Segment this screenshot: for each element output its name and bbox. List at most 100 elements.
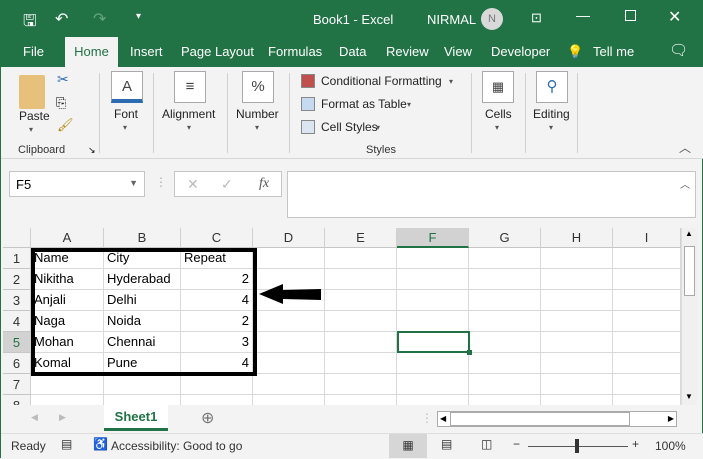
customize-toolbar-icon[interactable]: ▾ [136,11,141,22]
cell[interactable]: 2 [181,269,253,290]
cell[interactable] [31,395,104,405]
cell[interactable]: Nikitha [31,269,104,290]
column-header[interactable]: F [397,228,469,248]
tab-insert[interactable]: Insert [130,44,163,59]
alignment-icon[interactable]: ≡ [174,71,206,103]
cell[interactable] [541,290,613,311]
row-header[interactable]: 5 [3,332,31,353]
cell[interactable] [541,269,613,290]
cell[interactable] [104,395,181,405]
cell[interactable] [613,353,681,374]
cell[interactable] [613,248,681,269]
formula-bar-input[interactable]: ︿ [287,171,696,218]
column-header[interactable]: H [541,228,613,248]
format-painter-icon[interactable]: 🖌 [57,117,74,133]
cell[interactable] [541,353,613,374]
cell[interactable]: Pune [104,353,181,374]
comments-icon[interactable]: 🗨 [669,41,688,59]
cell[interactable]: Chennai [104,332,181,353]
cell[interactable] [397,353,469,374]
cell[interactable] [541,311,613,332]
cell[interactable] [397,248,469,269]
row-header[interactable]: 1 [3,248,31,269]
cell[interactable] [469,374,541,395]
cancel-icon[interactable]: ✕ [187,176,199,193]
row-header[interactable]: 8 [3,395,31,405]
cell[interactable] [613,290,681,311]
scroll-down-icon[interactable]: ▼ [685,392,693,401]
column-header[interactable]: D [253,228,325,248]
select-all-button[interactable] [3,228,31,248]
worksheet-grid[interactable]: A B C D E F G H I 1 Name City Repeat 2 Nikitha Hyderaba… [3,228,681,405]
scroll-right-icon[interactable]: ▶ [668,414,674,423]
cell[interactable] [613,332,681,353]
alignment-button[interactable]: Alignment [162,107,215,121]
cell[interactable] [397,374,469,395]
cell[interactable]: Noida [104,311,181,332]
cell[interactable] [397,269,469,290]
cell[interactable] [613,269,681,290]
cell[interactable]: 3 [181,332,253,353]
cell[interactable] [613,395,681,405]
cell[interactable] [469,269,541,290]
cell[interactable] [469,395,541,405]
cell[interactable]: Mohan [31,332,104,353]
normal-view-icon[interactable]: ▦ [389,434,427,458]
accessibility-status[interactable]: Accessibility: Good to go [111,439,242,453]
scrollbar-thumb[interactable] [684,246,695,296]
number-button[interactable]: Number [236,107,279,121]
cell[interactable] [397,311,469,332]
scroll-left-icon[interactable]: ◀ [440,414,446,423]
name-box[interactable]: F5 ▼ [9,171,145,197]
cell[interactable] [541,332,613,353]
row-header[interactable]: 4 [3,311,31,332]
cell[interactable]: Komal [31,353,104,374]
cell[interactable] [253,374,325,395]
cell[interactable] [469,248,541,269]
tell-me-search[interactable]: Tell me [593,44,634,59]
cell[interactable] [541,374,613,395]
splitter-handle[interactable]: ⋮ [155,175,167,189]
scrollbar-thumb[interactable] [450,412,630,426]
paste-button[interactable]: Paste [19,109,50,123]
cell[interactable] [397,395,469,405]
cell[interactable] [469,311,541,332]
cell[interactable]: Delhi [104,290,181,311]
editing-button[interactable]: Editing [533,107,570,121]
cell[interactable]: Hyderabad [104,269,181,290]
ribbon-display-icon[interactable]: ⊡ [531,10,542,26]
font-icon[interactable]: A [111,71,143,103]
cell[interactable]: 4 [181,353,253,374]
cell[interactable] [253,332,325,353]
tab-view[interactable]: View [444,44,472,59]
tab-developer[interactable]: Developer [491,44,550,59]
tab-review[interactable]: Review [386,44,429,59]
conditional-formatting-button[interactable]: Conditional Formatting [321,74,442,88]
cell[interactable]: City [104,248,181,269]
zoom-level[interactable]: 100% [655,439,686,453]
cell[interactable] [325,248,397,269]
tab-data[interactable]: Data [339,44,366,59]
cell[interactable] [325,311,397,332]
maximize-icon[interactable] [625,10,636,21]
avatar[interactable]: N [481,8,503,30]
cell[interactable] [325,290,397,311]
page-layout-view-icon[interactable]: ▤ [441,437,452,451]
cell[interactable] [541,248,613,269]
accessibility-icon[interactable]: ♿ [93,437,108,451]
column-header[interactable]: G [469,228,541,248]
cell[interactable] [325,353,397,374]
tab-file[interactable]: File [23,44,44,59]
cells-button[interactable]: Cells [485,107,512,121]
cell[interactable] [325,332,397,353]
vertical-scrollbar[interactable]: ▲ ▼ [681,228,697,405]
zoom-in-icon[interactable]: + [632,437,639,451]
cell[interactable] [31,374,104,395]
zoom-out-icon[interactable]: − [513,437,520,451]
save-icon[interactable]: 🖫 [23,10,37,37]
cell[interactable] [469,290,541,311]
format-as-table-button[interactable]: Format as Table [321,97,407,111]
cut-icon[interactable]: ✂ [57,71,69,88]
cell[interactable] [104,374,181,395]
undo-icon[interactable]: ↶ [55,9,68,29]
